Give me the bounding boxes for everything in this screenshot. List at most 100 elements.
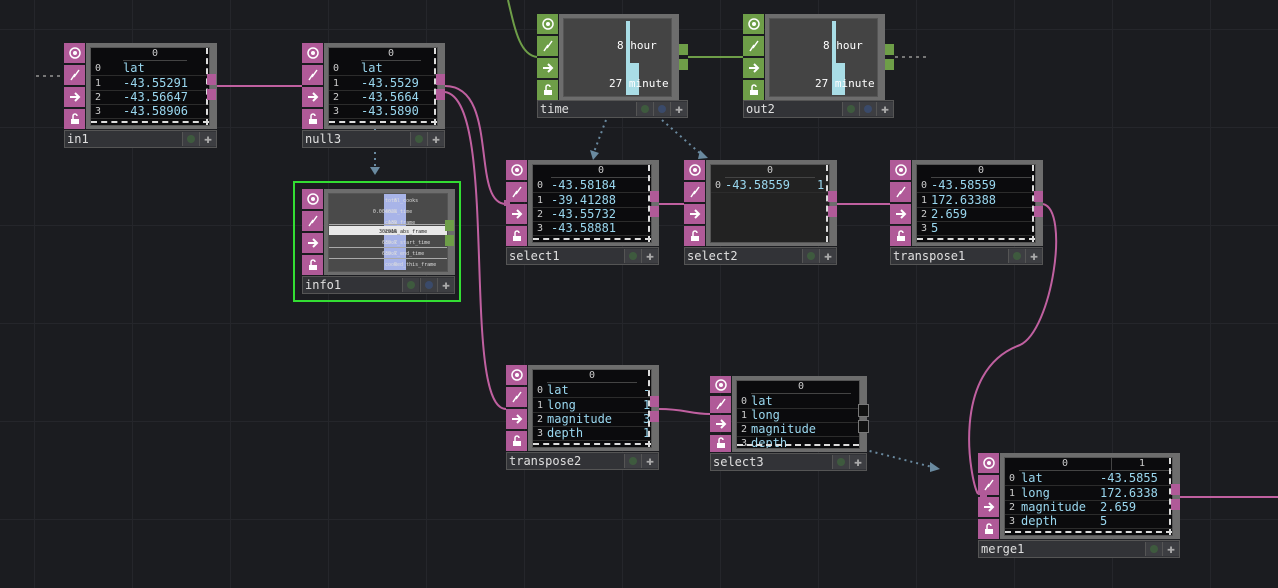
output-connector[interactable] (436, 89, 445, 100)
viewer-active-icon[interactable] (890, 160, 911, 180)
output-connector[interactable] (207, 89, 216, 100)
export-arrow-icon[interactable] (506, 409, 527, 429)
table-viewer[interactable]: 0 0 -43.58559 1 (710, 164, 830, 243)
lock-icon[interactable] (890, 226, 911, 246)
node-name[interactable]: merge1 (981, 542, 1024, 556)
lock-icon[interactable] (506, 226, 527, 246)
input-connector[interactable] (980, 491, 987, 503)
viewer-active-icon[interactable] (684, 160, 705, 180)
node-name[interactable]: select2 (687, 249, 738, 263)
render-flag-icon[interactable] (653, 102, 670, 116)
lock-icon[interactable] (302, 255, 323, 275)
add-icon[interactable]: ✚ (199, 132, 216, 146)
lock-icon[interactable] (743, 80, 764, 100)
output-connector[interactable] (1034, 206, 1043, 217)
export-arrow-icon[interactable] (684, 204, 705, 224)
node-name[interactable]: time (540, 102, 569, 116)
bypass-icon[interactable] (506, 387, 527, 407)
output-connector[interactable] (1171, 499, 1180, 510)
viewer-active-icon[interactable] (743, 14, 764, 34)
add-icon[interactable]: ✚ (849, 455, 866, 469)
add-icon[interactable]: ✚ (1162, 542, 1179, 556)
render-flag-icon[interactable] (859, 102, 876, 116)
export-arrow-icon[interactable] (506, 204, 527, 224)
display-flag-icon[interactable] (624, 454, 641, 468)
output-connector[interactable] (445, 235, 454, 246)
node-in1[interactable]: 0 0 lat 1 -43.55291 2 -43.56647 3 -43.58906 … (64, 43, 217, 149)
output-connector[interactable] (679, 59, 688, 70)
output-connector[interactable] (885, 59, 894, 70)
bypass-icon[interactable] (537, 36, 558, 56)
output-connector[interactable] (858, 420, 869, 433)
bypass-icon[interactable] (506, 182, 527, 202)
table-viewer[interactable]: 0 0 -43.58184 1 -39.41288 2 -43.55732 3 -43.… (532, 164, 652, 243)
input-connector[interactable] (504, 200, 510, 206)
channel-viewer[interactable]: 8 hour 27 minute (769, 18, 878, 97)
output-connector[interactable] (436, 74, 445, 85)
output-connector[interactable] (1034, 191, 1043, 202)
lock-icon[interactable] (64, 109, 85, 129)
node-name[interactable]: in1 (67, 132, 89, 146)
add-icon[interactable]: ✚ (641, 454, 658, 468)
output-connector[interactable] (1171, 484, 1180, 495)
lock-icon[interactable] (302, 109, 323, 129)
output-connector[interactable] (650, 191, 659, 202)
node-transpose1[interactable]: 0 0 -43.58559 1 172.63388 2 2.659 35 transp… (890, 160, 1043, 266)
output-connector[interactable] (650, 411, 659, 422)
bypass-icon[interactable] (890, 182, 911, 202)
render-flag-icon[interactable] (420, 278, 437, 292)
node-transpose2[interactable]: 0 0 lat - 1 long 1 2 magnitude 3 3 depth 1 trans… (506, 365, 659, 471)
viewer-active-icon[interactable] (64, 43, 85, 63)
export-arrow-icon[interactable] (710, 415, 731, 433)
export-arrow-icon[interactable] (890, 204, 911, 224)
node-name[interactable]: transpose1 (893, 249, 965, 263)
viewer-active-icon[interactable] (506, 160, 527, 180)
display-flag-icon[interactable] (624, 249, 641, 263)
node-time[interactable]: 8 hour 27 minute time ✚ (537, 14, 688, 119)
display-flag-icon[interactable] (842, 102, 859, 116)
bypass-icon[interactable] (743, 36, 764, 56)
lock-icon[interactable] (506, 431, 527, 451)
add-icon[interactable]: ✚ (641, 249, 658, 263)
output-connector[interactable] (679, 44, 688, 55)
node-select2[interactable]: 0 0 -43.58559 1 select2 ✚ (684, 160, 837, 266)
viewer-active-icon[interactable] (978, 453, 999, 473)
node-info1[interactable]: 6 total_cooks 0.004028 cook_time 139 cook_f… (302, 189, 455, 295)
node-name[interactable]: select1 (509, 249, 560, 263)
export-arrow-icon[interactable] (537, 58, 558, 78)
output-connector[interactable] (445, 220, 454, 231)
node-name[interactable]: null3 (305, 132, 341, 146)
bypass-icon[interactable] (710, 395, 731, 413)
add-icon[interactable]: ✚ (427, 132, 444, 146)
table-viewer[interactable]: 0 0 lat 1 long 2 magnitude 3 depth (736, 380, 860, 449)
display-flag-icon[interactable] (410, 132, 427, 146)
lock-icon[interactable] (537, 80, 558, 100)
node-out2[interactable]: 8 hour 27 minute out2 ✚ (743, 14, 894, 119)
node-name[interactable]: info1 (305, 278, 341, 292)
table-viewer[interactable]: 0 0 lat - 1 long 1 2 magnitude 3 3 depth 1 (532, 369, 652, 448)
node-select3[interactable]: 0 0 lat 1 long 2 magnitude 3 depth select3 ✚ (710, 376, 869, 471)
node-merge1[interactable]: 0 1 0 lat -43.5855 1 long 172.6338 2 magnitud… (978, 453, 1180, 559)
lock-icon[interactable] (684, 226, 705, 246)
output-connector[interactable] (828, 191, 837, 202)
viewer-active-icon[interactable] (506, 365, 527, 385)
export-arrow-icon[interactable] (302, 233, 323, 253)
node-null3[interactable]: 0 0 lat 1 -43.5529 2 -43.5664 3 -43.5890 nul… (302, 43, 445, 149)
bypass-icon[interactable] (302, 211, 323, 231)
display-flag-icon[interactable] (402, 278, 419, 292)
bypass-icon[interactable] (64, 65, 85, 85)
add-icon[interactable]: ✚ (670, 102, 687, 116)
add-icon[interactable]: ✚ (1025, 249, 1042, 263)
export-arrow-icon[interactable] (302, 87, 323, 107)
table-viewer[interactable]: 0 0 -43.58559 1 172.63388 2 2.659 35 (916, 164, 1036, 243)
display-flag-icon[interactable] (636, 102, 653, 116)
viewer-active-icon[interactable] (302, 43, 323, 63)
display-flag-icon[interactable] (1145, 542, 1162, 556)
display-flag-icon[interactable] (182, 132, 199, 146)
viewer-active-icon[interactable] (710, 376, 731, 393)
add-icon[interactable]: ✚ (819, 249, 836, 263)
info-viewer[interactable]: 6 total_cooks 0.004028 cook_time 139 cook_f… (328, 193, 448, 272)
lock-icon[interactable] (978, 519, 999, 539)
node-select1[interactable]: 0 0 -43.58184 1 -39.41288 2 -43.55732 3 -43.… (504, 160, 659, 266)
output-connector[interactable] (650, 206, 659, 217)
